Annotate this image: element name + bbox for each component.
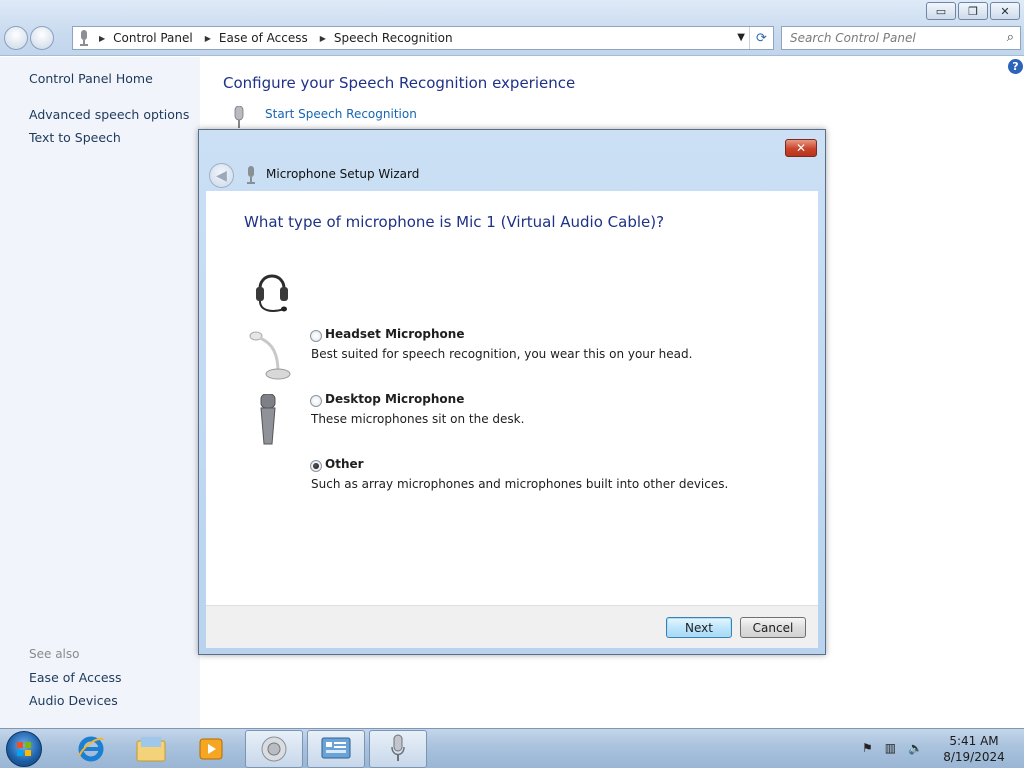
microphone-icon	[247, 166, 255, 184]
wizard-question: What type of microphone is Mic 1 (Virtua…	[244, 213, 665, 231]
headset-microphone-icon	[256, 274, 288, 312]
see-also-heading: See also	[29, 647, 80, 661]
arrow-left-icon: ◀	[216, 167, 227, 184]
other-radio[interactable]	[310, 460, 322, 472]
other-description: Such as array microphones and microphone…	[311, 477, 729, 491]
desktop-radio[interactable]	[310, 395, 322, 407]
control-panel-home-link[interactable]: Control Panel Home	[29, 71, 153, 86]
minimize-button[interactable]: ▭	[926, 2, 956, 20]
close-icon: ✕	[795, 141, 807, 155]
breadcrumb-arrow-icon[interactable]: ▶	[205, 34, 211, 43]
media-player-taskbar-button[interactable]	[182, 730, 240, 768]
restore-icon: ❐	[968, 4, 978, 18]
speech-recognition-taskbar-button[interactable]	[369, 730, 427, 768]
address-bar[interactable]: ▶ Control Panel ▶ Ease of Access ▶ Speec…	[72, 26, 774, 50]
breadcrumb-arrow-icon[interactable]: ▶	[320, 34, 326, 43]
search-placeholder: Search Control Panel	[790, 31, 916, 45]
desktop-label[interactable]: Desktop Microphone	[325, 392, 464, 406]
handheld-microphone-icon	[260, 394, 276, 445]
volume-icon[interactable]: 🔈	[908, 741, 923, 755]
ease-of-access-link[interactable]: Ease of Access	[29, 670, 122, 685]
wizard-back-button[interactable]: ◀	[209, 163, 234, 188]
breadcrumb-ease-of-access[interactable]: Ease of Access	[219, 31, 308, 45]
back-button[interactable]	[4, 26, 28, 50]
close-icon: ✕	[1000, 4, 1010, 18]
start-button[interactable]	[6, 731, 42, 767]
network-icon[interactable]: ▥	[885, 741, 896, 755]
microphone-icon	[80, 30, 88, 46]
clock-date: 8/19/2024	[943, 750, 1005, 764]
action-center-flag-icon[interactable]: ⚑	[862, 741, 873, 755]
advanced-speech-options-link[interactable]: Advanced speech options	[29, 107, 189, 122]
refresh-icon[interactable]: ⟳	[749, 27, 773, 49]
page-title: Configure your Speech Recognition experi…	[223, 74, 576, 92]
internet-explorer-icon	[78, 736, 104, 762]
speaker-taskbar-button[interactable]	[245, 730, 303, 768]
headset-label[interactable]: Headset Microphone	[325, 327, 464, 341]
window-close-button[interactable]: ✕	[990, 2, 1020, 20]
audio-devices-link[interactable]: Audio Devices	[29, 693, 118, 708]
help-icon[interactable]: ?	[1008, 59, 1023, 74]
windows-logo-icon	[17, 742, 31, 756]
microphone-setup-wizard-dialog: ✕ ◀ Microphone Setup Wizard What type of…	[198, 129, 826, 655]
clock[interactable]: 5:41 AM 8/19/2024	[936, 733, 1012, 765]
start-speech-recognition-link[interactable]: Start Speech Recognition	[265, 107, 417, 121]
search-input[interactable]: Search Control Panel ⌕	[781, 26, 1021, 50]
other-label[interactable]: Other	[325, 457, 364, 471]
speaker-icon	[261, 736, 287, 762]
wizard-footer: Next Cancel	[206, 605, 818, 648]
breadcrumb-arrow-icon[interactable]: ▶	[99, 34, 105, 43]
headset-description: Best suited for speech recognition, you …	[311, 347, 693, 361]
dialog-close-button[interactable]: ✕	[785, 139, 817, 157]
internet-explorer-taskbar-button[interactable]	[62, 730, 120, 768]
desktop-description: These microphones sit on the desk.	[311, 412, 525, 426]
control-panel-icon	[321, 737, 351, 759]
cancel-button[interactable]: Cancel	[740, 617, 806, 638]
chevron-down-icon[interactable]: ▼	[737, 32, 745, 43]
desktop-microphone-icon	[249, 331, 291, 380]
dialog-title: Microphone Setup Wizard	[266, 167, 420, 181]
taskbar: ⚑ ▥ 🔈 5:41 AM 8/19/2024	[0, 728, 1024, 768]
system-tray: ⚑ ▥ 🔈	[862, 741, 923, 755]
microphone-icon	[391, 734, 405, 761]
breadcrumb-control-panel[interactable]: Control Panel	[113, 31, 193, 45]
restore-button[interactable]: ❐	[958, 2, 988, 20]
minimize-icon: ▭	[935, 4, 947, 18]
text-to-speech-link[interactable]: Text to Speech	[29, 130, 121, 145]
media-player-icon	[199, 738, 223, 760]
headset-radio[interactable]	[310, 330, 322, 342]
breadcrumb-speech-recognition[interactable]: Speech Recognition	[334, 31, 453, 45]
left-nav-pane: Control Panel Home Advanced speech optio…	[0, 57, 200, 728]
search-icon[interactable]: ⌕	[1007, 30, 1014, 45]
next-button[interactable]: Next	[666, 617, 732, 638]
windows-explorer-taskbar-button[interactable]	[122, 730, 180, 768]
clock-time: 5:41 AM	[949, 734, 999, 748]
forward-button[interactable]	[30, 26, 54, 50]
folder-icon	[136, 737, 166, 762]
control-panel-taskbar-button[interactable]	[307, 730, 365, 768]
wizard-body: What type of microphone is Mic 1 (Virtua…	[206, 191, 818, 605]
